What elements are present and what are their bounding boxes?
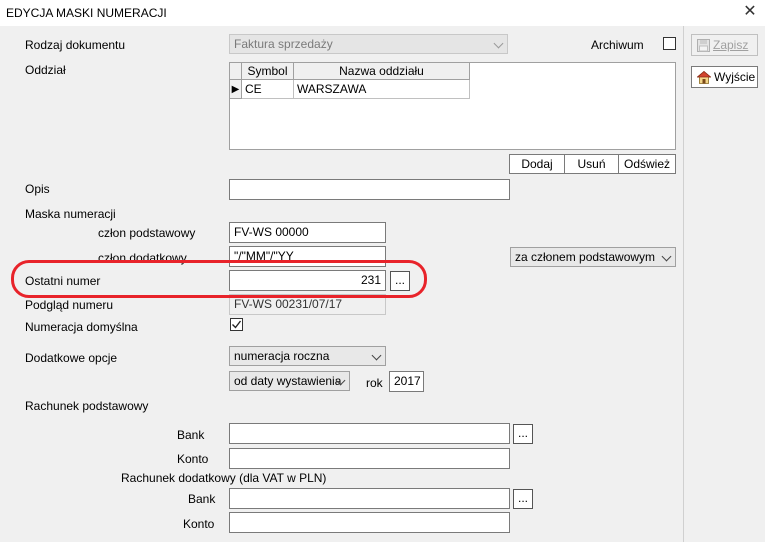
grid-header-symbol[interactable]: Symbol	[242, 63, 294, 80]
grid-corner	[230, 63, 242, 80]
oddzial-label: Oddział	[25, 63, 66, 77]
od-daty-select[interactable]: od daty wystawienia	[229, 371, 350, 391]
ostatni-input[interactable]: 231	[229, 270, 386, 291]
rachunek-dod-label: Rachunek dodatkowy (dla VAT w PLN)	[121, 471, 327, 485]
podstawowy-input[interactable]: FV-WS 00000	[229, 222, 386, 243]
save-icon	[697, 39, 710, 52]
right-panel	[683, 26, 765, 542]
checkmark-icon	[232, 320, 242, 329]
numeracja-value: numeracja roczna	[234, 349, 330, 363]
bank-podst-browse-button[interactable]: ...	[513, 424, 533, 444]
grid-header-name[interactable]: Nazwa oddziału	[294, 63, 470, 80]
opis-input[interactable]	[229, 179, 510, 200]
cell-symbol[interactable]: CE	[242, 80, 294, 99]
rodzaj-label: Rodzaj dokumentu	[25, 38, 126, 52]
rachunek-podst-label: Rachunek podstawowy	[25, 399, 149, 413]
rok-label: rok	[366, 376, 383, 390]
maska-label: Maska numeracji	[25, 207, 116, 221]
rodzaj-select: Faktura sprzedaży	[229, 34, 508, 54]
dodatkowy-label: człon dodatkowy	[98, 251, 187, 265]
podstawowy-label: człon podstawowy	[98, 226, 196, 240]
chevron-down-icon	[661, 251, 672, 262]
close-icon[interactable]: ✕	[742, 4, 758, 20]
konto-label: Konto	[177, 452, 209, 466]
dodatkowy-mode-value: za członem podstawowym	[515, 250, 656, 264]
table-row[interactable]: ▶ CE WARSZAWA	[230, 80, 470, 99]
bank-podst-input[interactable]	[229, 423, 510, 444]
window-title: EDYCJA MASKI NUMERACJI	[6, 6, 167, 20]
ostatni-label: Ostatni numer	[25, 274, 101, 288]
dodatkowy-input[interactable]: "/"MM"/"YY	[229, 246, 386, 267]
bank-dod-input[interactable]	[229, 488, 510, 509]
dodatkowy-mode-select[interactable]: za członem podstawowym	[510, 247, 676, 267]
opcje-label: Dodatkowe opcje	[25, 351, 118, 365]
wyjscie-label: Wyjście	[714, 70, 756, 84]
domyslna-checkbox[interactable]	[230, 318, 243, 331]
konto-dod-input[interactable]	[229, 512, 510, 533]
usun-button[interactable]: Usuń	[564, 154, 619, 174]
podglad-value: FV-WS 00231/07/17	[229, 294, 386, 315]
rodzaj-value: Faktura sprzedaży	[234, 37, 333, 51]
rok-input[interactable]: 2017	[389, 371, 424, 392]
bank-label: Bank	[188, 492, 216, 506]
konto-podst-input[interactable]	[229, 448, 510, 469]
dodaj-button[interactable]: Dodaj	[509, 154, 565, 174]
domyslna-label: Numeracja domyślna	[25, 320, 138, 334]
home-icon	[697, 71, 711, 84]
bank-dod-browse-button[interactable]: ...	[513, 489, 533, 509]
od-daty-value: od daty wystawienia	[234, 374, 342, 388]
odswiez-button[interactable]: Odśwież	[618, 154, 676, 174]
zapisz-label: Zapisz	[713, 38, 749, 52]
konto-label: Konto	[183, 517, 215, 531]
row-selector-icon: ▶	[230, 80, 242, 99]
cell-name[interactable]: WARSZAWA	[294, 80, 470, 99]
oddzial-grid: Symbol Nazwa oddziału ▶ CE WARSZAWA	[229, 62, 676, 150]
archiwum-checkbox[interactable]	[663, 37, 676, 50]
numeracja-select[interactable]: numeracja roczna	[229, 346, 386, 366]
chevron-down-icon	[371, 350, 382, 361]
zapisz-button[interactable]: Zapisz	[691, 34, 758, 56]
opis-label: Opis	[25, 182, 50, 196]
archiwum-label: Archiwum	[591, 38, 644, 52]
chevron-down-icon	[493, 38, 504, 49]
wyjscie-button[interactable]: Wyjście	[691, 66, 758, 88]
ostatni-browse-button[interactable]: ...	[390, 271, 410, 291]
podglad-label: Podgląd numeru	[25, 298, 114, 312]
bank-label: Bank	[177, 428, 205, 442]
